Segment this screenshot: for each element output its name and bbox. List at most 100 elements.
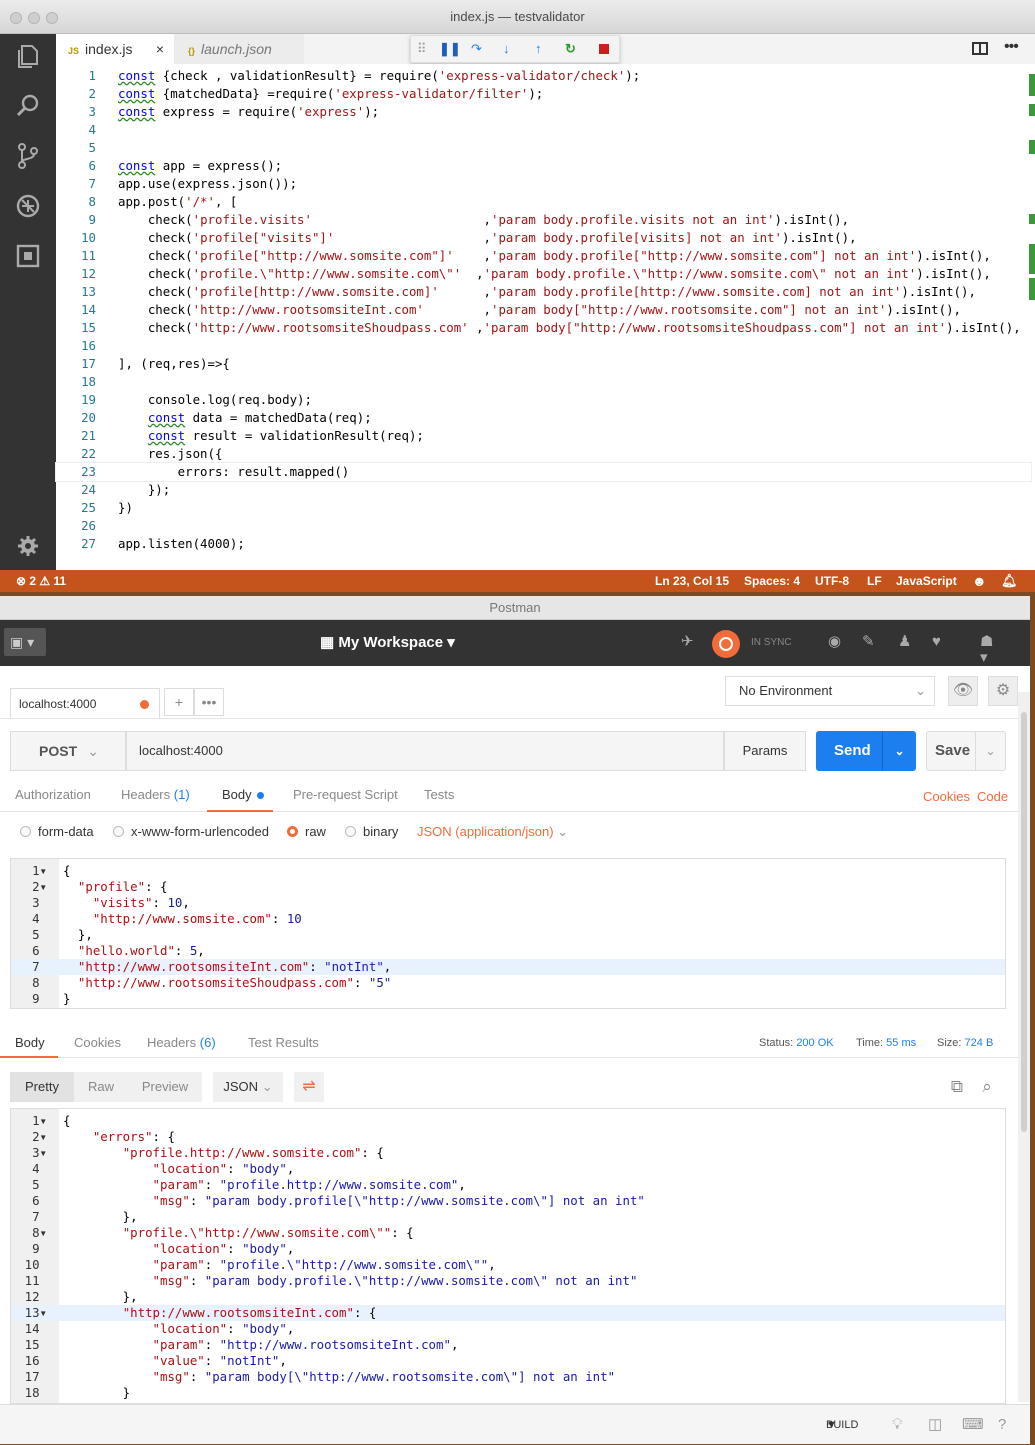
tab-response-cookies[interactable]: Cookies xyxy=(74,1028,121,1058)
code-line: 12 check('profile.\"http://www.somsite.c… xyxy=(56,265,1031,283)
problems-indicator[interactable]: ⊗ 2 ⚠ 11 xyxy=(16,570,66,592)
tab-tests[interactable]: Tests xyxy=(424,778,454,812)
save-dropdown-icon[interactable]: ⌄ xyxy=(975,732,1005,770)
sync-icon[interactable] xyxy=(712,630,740,658)
tab-test-results[interactable]: Test Results xyxy=(248,1028,319,1058)
new-button[interactable]: ▣ ▾ xyxy=(4,628,46,656)
debug-icon[interactable] xyxy=(14,192,42,220)
encoding[interactable]: UTF-8 xyxy=(815,570,849,592)
satellite-icon[interactable]: ✈ xyxy=(681,634,697,650)
settings-wrench-icon[interactable]: ✎ xyxy=(862,634,878,650)
tab-index-js[interactable]: JS index.js × xyxy=(56,34,174,64)
content-type-selector[interactable]: JSON (application/json) ⌄ xyxy=(417,812,568,852)
tab-pre-request-script[interactable]: Pre-request Script xyxy=(293,778,398,812)
code-link[interactable]: Code xyxy=(977,780,1008,814)
line-number: 6 xyxy=(32,1193,47,1208)
user-avatar-icon[interactable]: ☗ ▾ xyxy=(980,634,996,666)
feedback-smiley-icon[interactable]: ☻ xyxy=(972,570,987,592)
search-icon[interactable]: ⌕ xyxy=(975,1072,999,1102)
build-button[interactable]: BUILD ▼ xyxy=(826,1405,858,1445)
settings-gear-icon[interactable] xyxy=(14,532,42,560)
send-dropdown-icon[interactable]: ⌄ xyxy=(882,731,916,771)
tab-options-button[interactable]: ••• xyxy=(194,688,224,716)
pretty-button[interactable]: Pretty xyxy=(10,1072,74,1102)
close-window-button[interactable] xyxy=(10,12,22,24)
tab-body[interactable]: Body xyxy=(207,778,273,812)
line-number[interactable]: 2▾ xyxy=(11,879,59,895)
line-ending[interactable]: LF xyxy=(867,570,882,592)
restart-icon[interactable]: ↻ xyxy=(565,41,576,57)
line-number[interactable]: 1▾ xyxy=(11,1113,59,1129)
gear-icon[interactable]: ⚙ xyxy=(988,676,1018,706)
search-icon[interactable] xyxy=(14,92,42,120)
line-number[interactable]: 2▾ xyxy=(11,1129,59,1145)
language-mode[interactable]: JavaScript xyxy=(896,570,957,592)
step-out-icon[interactable]: ↑ xyxy=(535,41,542,57)
radio-binary[interactable]: binary xyxy=(345,812,398,852)
more-actions-icon[interactable]: ••• xyxy=(1004,38,1019,56)
line-number[interactable]: 1▾ xyxy=(11,863,59,879)
overview-ruler xyxy=(1025,64,1035,570)
method-selector[interactable]: POST ⌄ xyxy=(10,731,126,771)
preview-button[interactable]: Preview xyxy=(128,1072,202,1102)
drag-handle-icon[interactable]: ⠿ xyxy=(417,41,427,57)
radio-form-data[interactable]: form-data xyxy=(20,812,94,852)
scrollbar[interactable] xyxy=(1018,692,1030,1402)
eye-icon[interactable]: 👁︎ xyxy=(948,676,978,706)
code-text: }) xyxy=(118,500,133,515)
tab-response-body[interactable]: Body xyxy=(0,1028,58,1058)
radio-urlencoded[interactable]: x-www-form-urlencoded xyxy=(113,812,269,852)
heart-icon[interactable]: ♥ xyxy=(932,634,948,650)
tab-headers[interactable]: Headers (1) xyxy=(121,778,190,812)
lightbulb-icon[interactable]: 💡︎ xyxy=(892,1405,903,1445)
keyboard-icon[interactable]: ⌨ xyxy=(962,1405,984,1445)
code-text: check('profile[http://www.somsite.com]' … xyxy=(118,284,976,299)
explorer-icon[interactable] xyxy=(14,42,42,70)
extensions-icon[interactable] xyxy=(14,242,42,270)
interceptor-icon[interactable]: ◉ xyxy=(828,634,844,650)
notifications-bell-icon[interactable]: 🔔︎ xyxy=(1001,570,1018,592)
request-tab[interactable]: localhost:4000 xyxy=(10,688,160,718)
code-text: const result = validationResult(req); xyxy=(147,428,424,443)
step-over-icon[interactable]: ↷ xyxy=(471,41,482,57)
new-tab-button[interactable]: + xyxy=(164,688,194,716)
two-pane-icon[interactable]: ◫ xyxy=(928,1405,942,1445)
source-control-icon[interactable] xyxy=(14,142,42,170)
line-number[interactable]: 8▾ xyxy=(11,1225,59,1241)
line-number: 10 xyxy=(81,230,96,245)
json-line: 13▾ "http://www.rootsomsiteInt.com": { xyxy=(11,1305,1005,1321)
workspace-selector[interactable]: ▦ My Workspace ▾ xyxy=(320,620,455,666)
help-icon[interactable]: ? xyxy=(998,1405,1006,1445)
format-selector[interactable]: JSON ⌄ xyxy=(213,1072,283,1102)
line-number[interactable]: 13▾ xyxy=(11,1305,59,1321)
line-number[interactable]: 3▾ xyxy=(11,1145,59,1161)
minimize-window-button[interactable] xyxy=(28,12,40,24)
raw-button[interactable]: Raw xyxy=(74,1072,128,1102)
maximize-window-button[interactable] xyxy=(46,12,58,24)
request-body-editor[interactable]: 1▾{2▾ "profile": {3 "visits": 10, 4 "http… xyxy=(10,858,1006,1009)
radio-raw[interactable]: raw xyxy=(287,812,326,852)
json-line: 5 "param": "profile.http://www.somsite.c… xyxy=(11,1177,1005,1193)
params-button[interactable]: Params xyxy=(724,731,806,771)
cookies-link[interactable]: Cookies xyxy=(923,780,970,814)
code-text: ], (req,res)=>{ xyxy=(118,356,230,371)
code-editor[interactable]: 1 const {check , validationResult} = requ… xyxy=(55,64,1035,570)
response-body-viewer[interactable]: 1▾{2▾ "errors": {3▾ "profile.http://www.… xyxy=(10,1108,1006,1404)
tab-launch-json[interactable]: {} launch.json xyxy=(174,34,304,64)
copy-icon[interactable]: ⧉ xyxy=(945,1072,969,1102)
environment-selector[interactable]: No Environment ⌄ xyxy=(725,676,935,706)
url-input[interactable]: localhost:4000 xyxy=(126,731,724,771)
close-tab-icon[interactable]: × xyxy=(156,34,164,64)
wrap-lines-icon[interactable]: ⇌ xyxy=(294,1072,324,1102)
split-editor-icon[interactable] xyxy=(972,42,988,55)
indentation[interactable]: Spaces: 4 xyxy=(744,570,800,592)
pause-icon[interactable]: ❚❚ xyxy=(439,41,461,57)
send-button[interactable]: Send ⌄ xyxy=(816,731,916,771)
tab-response-headers[interactable]: Headers (6) xyxy=(147,1028,216,1058)
step-into-icon[interactable]: ↓ xyxy=(503,41,510,57)
cursor-position[interactable]: Ln 23, Col 15 xyxy=(655,570,729,592)
tab-authorization[interactable]: Authorization xyxy=(15,778,91,812)
stop-icon[interactable] xyxy=(599,44,609,54)
save-button[interactable]: Save ⌄ xyxy=(926,731,1006,771)
notifications-bell-icon[interactable]: ♟ xyxy=(898,634,914,650)
